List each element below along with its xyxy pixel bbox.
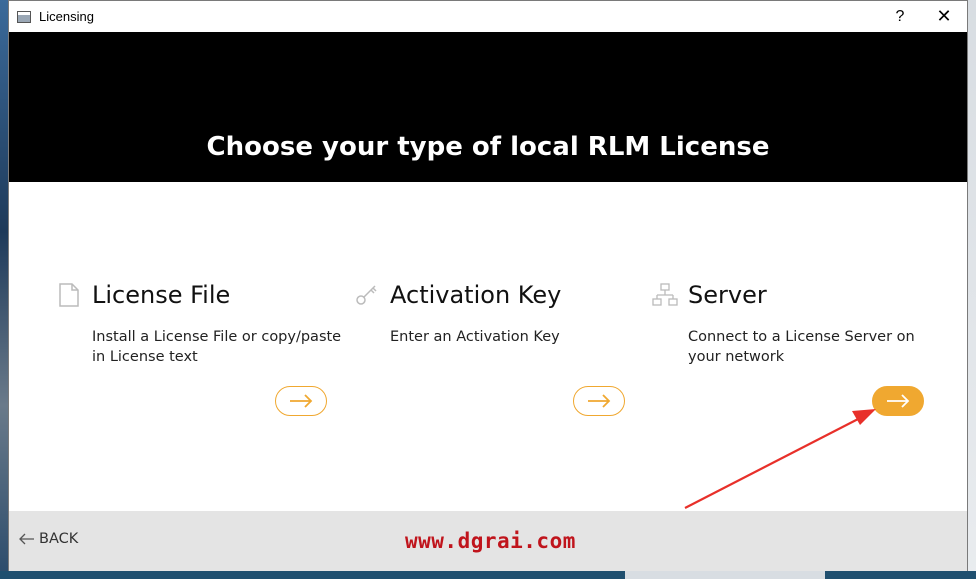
- option-description: Connect to a License Server on your netw…: [688, 329, 915, 365]
- key-icon: [352, 280, 382, 310]
- arrow-right-icon: [290, 394, 313, 408]
- option-server: Server Connect to a License Server on yo…: [650, 271, 940, 367]
- header-banner: Choose your type of local RLM License: [9, 32, 967, 182]
- option-description: Enter an Activation Key: [390, 329, 560, 345]
- window-title: Licensing: [39, 9, 94, 24]
- desktop-background-left: [0, 0, 8, 579]
- network-icon: [650, 280, 680, 310]
- taskbar-item: [625, 571, 825, 579]
- document-icon: [54, 280, 84, 310]
- option-title: Server: [688, 281, 767, 309]
- close-button[interactable]: ✕: [921, 1, 967, 32]
- option-activation-key: Activation Key Enter an Activation Key: [352, 271, 642, 347]
- option-title: Activation Key: [390, 281, 562, 309]
- watermark-text: www.dgrai.com: [405, 529, 576, 553]
- footer-bar: BACK www.dgrai.com: [9, 511, 967, 571]
- arrow-left-icon: [19, 533, 34, 545]
- licensing-dialog: Licensing ? ✕ Choose your type of local …: [8, 0, 968, 571]
- title-bar: Licensing ? ✕: [9, 1, 967, 32]
- option-license-file: License File Install a License File or c…: [54, 271, 344, 367]
- arrow-right-icon: [887, 394, 910, 408]
- desktop-background-right: [968, 0, 976, 579]
- window-app-icon: [17, 10, 31, 23]
- option-title: License File: [92, 281, 231, 309]
- back-button[interactable]: BACK: [19, 531, 78, 547]
- help-button[interactable]: ?: [877, 1, 923, 32]
- server-next-button[interactable]: [872, 386, 924, 416]
- option-description: Install a License File or copy/paste in …: [92, 329, 342, 365]
- activation-key-next-button[interactable]: [573, 386, 625, 416]
- page-title: Choose your type of local RLM License: [206, 132, 770, 162]
- license-file-next-button[interactable]: [275, 386, 327, 416]
- back-label: BACK: [39, 531, 79, 547]
- taskbar: [0, 571, 976, 579]
- arrow-right-icon: [588, 394, 611, 408]
